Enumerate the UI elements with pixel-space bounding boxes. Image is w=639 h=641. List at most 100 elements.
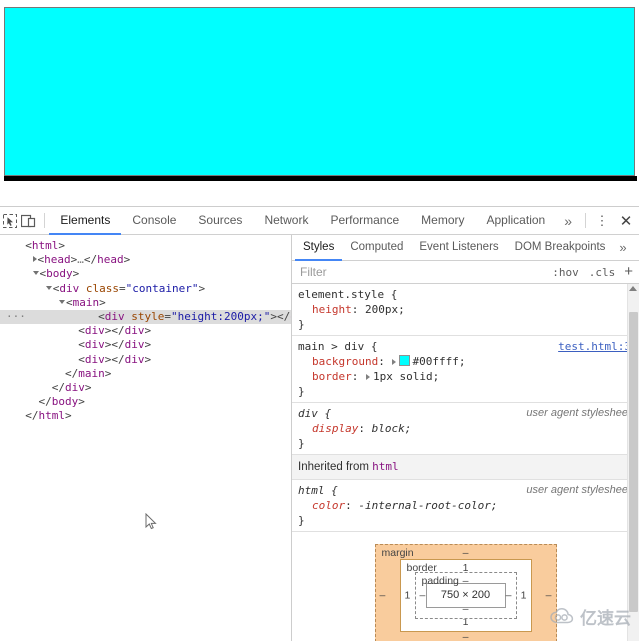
box-model-padding[interactable]: padding – – – – 750 × 200 [414, 572, 517, 619]
devtools-window: Elements Console Sources Network Perform… [0, 206, 639, 641]
tab-network[interactable]: Network [253, 207, 319, 235]
collapse-triangle-icon[interactable] [58, 299, 65, 304]
tab-memory-label: Memory [421, 213, 465, 227]
close-icon[interactable]: ✕ [613, 207, 639, 234]
style-declaration[interactable]: height: 200px; [298, 302, 633, 317]
hov-button[interactable]: :hov [547, 266, 584, 279]
box-model-margin-left[interactable]: – [380, 588, 386, 603]
dom-row-ellipsis-marker: ··· [6, 309, 26, 323]
style-rule-selector[interactable]: element.style { [298, 287, 633, 302]
dom-tree-row[interactable]: <head>…</head> [0, 253, 291, 267]
tab-computed-label: Computed [350, 241, 404, 253]
box-model-padding-left[interactable]: – [420, 588, 426, 603]
style-rule-close-brace: } [298, 318, 305, 331]
styles-more-tabs-chevron-icon[interactable]: » [613, 235, 632, 260]
tab-elements-label: Elements [60, 213, 111, 227]
new-style-rule-button[interactable]: + [620, 264, 637, 281]
toolbar-right-group: ⋮ ✕ [580, 207, 639, 234]
dom-tree-row[interactable]: </body> [0, 395, 291, 409]
color-swatch-icon[interactable] [399, 355, 411, 366]
styles-filter-bar: :hov .cls + [292, 261, 639, 284]
style-declaration[interactable]: border: 1px solid; [298, 369, 633, 384]
css-property-value[interactable]: 200px; [365, 303, 405, 316]
dom-tree-row[interactable]: </html> [0, 409, 291, 423]
css-property-value[interactable]: block; [372, 422, 412, 435]
css-property-value[interactable]: -internal-root-color; [358, 499, 497, 512]
box-model-margin[interactable]: margin – – – – border 1 1 1 1 padding – … [374, 544, 557, 641]
tab-elements[interactable]: Elements [49, 207, 122, 235]
style-rule-close-brace: } [298, 437, 305, 450]
dom-tree-row[interactable]: <div class="container"> [0, 282, 291, 296]
box-model-border-left[interactable]: 1 [405, 588, 411, 603]
dom-tree-rows: <html> <head>…</head> <body> <div class=… [0, 239, 291, 423]
css-property-name[interactable]: display [312, 422, 358, 435]
collapse-triangle-icon[interactable] [32, 271, 39, 276]
styles-scrollbar[interactable] [627, 284, 639, 641]
cls-button[interactable]: .cls [584, 266, 621, 279]
style-rule-origin: user agent stylesheet [526, 407, 631, 419]
css-property-value[interactable]: #00ffff; [412, 355, 465, 368]
box-model-margin-right[interactable]: – [546, 588, 552, 603]
css-property-name[interactable]: background [312, 355, 378, 368]
style-rule-source-link[interactable]: test.html:3 [558, 339, 631, 354]
styles-scrollbar-thumb[interactable] [629, 312, 638, 612]
style-declaration[interactable]: color: -internal-root-color; [298, 498, 633, 513]
styles-pane: Styles Computed Event Listeners DOM Brea… [292, 235, 639, 641]
page-viewport [0, 0, 639, 181]
collapse-triangle-icon[interactable] [45, 285, 52, 290]
tab-event-listeners[interactable]: Event Listeners [411, 235, 506, 261]
box-model-padding-bottom[interactable]: – [416, 602, 516, 617]
tab-event-listeners-label: Event Listeners [419, 241, 499, 253]
expand-shorthand-arrow-icon[interactable] [366, 374, 370, 380]
inherited-from-header: Inherited from html [292, 455, 639, 480]
filter-input[interactable] [298, 264, 548, 280]
rules-host: element.style {height: 200px;} main > div… [292, 284, 639, 532]
dom-tree-pane[interactable]: <html> <head>…</head> <body> <div class=… [0, 235, 292, 641]
dom-tree-row[interactable]: <html> [0, 239, 291, 253]
dom-tree-row[interactable]: </main> [0, 367, 291, 381]
inspected-cyan-div[interactable] [4, 7, 635, 176]
box-model-padding-right[interactable]: – [506, 588, 512, 603]
dom-tree-row[interactable]: </div> [0, 381, 291, 395]
devtools-body: <html> <head>…</head> <body> <div class=… [0, 235, 639, 641]
css-property-name[interactable]: border [312, 370, 352, 383]
dom-tree-row[interactable]: <div></div> [0, 353, 291, 367]
css-property-name[interactable]: color [312, 499, 345, 512]
tab-performance[interactable]: Performance [319, 207, 410, 235]
inherited-source-element[interactable]: html [372, 460, 399, 473]
dom-tree-row-selected[interactable]: ··· <div style="height:200px;"></div> ==… [0, 309, 291, 325]
tab-application[interactable]: Application [476, 207, 557, 235]
main-menu-kebab-icon[interactable]: ⋮ [591, 207, 613, 234]
more-tabs-chevron-icon[interactable]: » [556, 207, 580, 234]
inspect-cursor-icon[interactable] [0, 207, 19, 234]
tab-console[interactable]: Console [121, 207, 187, 235]
page-black-strip [4, 176, 637, 181]
tab-sources[interactable]: Sources [187, 207, 253, 235]
tab-dom-breakpoints[interactable]: DOM Breakpoints [507, 235, 614, 261]
dom-tree-row[interactable]: <body> [0, 267, 291, 281]
css-property-name[interactable]: height [312, 303, 352, 316]
tab-computed[interactable]: Computed [342, 235, 411, 261]
box-model-border[interactable]: border 1 1 1 1 padding – – – – 750 × 200 [399, 559, 532, 632]
style-declaration[interactable]: display: block; [298, 421, 633, 436]
style-rule-0[interactable]: element.style {height: 200px;} [292, 284, 639, 336]
expand-shorthand-arrow-icon[interactable] [392, 359, 397, 365]
inherited-label: Inherited from [298, 461, 369, 473]
style-rule-inherited-0[interactable]: html {user agent stylesheet color: -inter… [292, 480, 639, 532]
style-rule-1[interactable]: main > div {test.html:3 background: #00ff… [292, 336, 639, 403]
box-model-padding-top[interactable]: – [416, 574, 516, 589]
tab-styles[interactable]: Styles [295, 235, 343, 261]
device-toolbar-icon[interactable] [19, 207, 38, 234]
scroll-up-arrow-icon[interactable] [629, 286, 637, 291]
box-model-border-right[interactable]: 1 [521, 588, 527, 603]
style-rule-2[interactable]: div {user agent stylesheet display: block… [292, 403, 639, 455]
expand-triangle-icon[interactable] [32, 256, 37, 263]
dom-tree-row[interactable]: <div></div> [0, 324, 291, 338]
dom-tree-row[interactable]: <div></div> [0, 338, 291, 352]
toolbar-divider [43, 213, 45, 228]
dom-tree-row[interactable]: <main> [0, 296, 291, 310]
tab-network-label: Network [264, 213, 309, 227]
style-declaration[interactable]: background: #00ffff; [298, 354, 633, 369]
css-property-value[interactable]: 1px solid; [373, 370, 439, 383]
tab-memory[interactable]: Memory [410, 207, 475, 235]
